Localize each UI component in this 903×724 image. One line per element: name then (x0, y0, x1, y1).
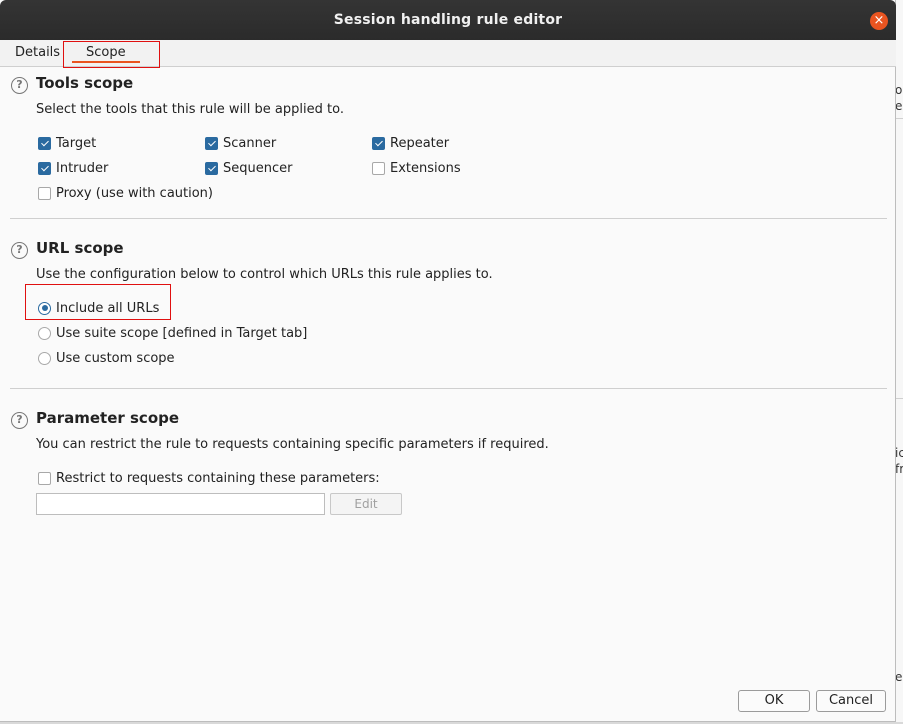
session-rule-editor-dialog: Session handling rule editor × Details S… (0, 0, 896, 722)
checkbox-label: Restrict to requests containing these pa… (56, 470, 380, 486)
checkbox-label: Sequencer (223, 160, 293, 176)
radio-circle (38, 351, 51, 365)
background-divider (895, 398, 903, 399)
tools-scope-heading: Tools scope (36, 74, 134, 92)
radio-use-suite-scope[interactable]: Use suite scope [defined in Target tab] (38, 324, 307, 342)
checkbox-intruder[interactable]: Intruder (38, 159, 108, 177)
highlight-box-scope-tab (63, 41, 160, 68)
window-title: Session handling rule editor (333, 12, 563, 28)
radio-label: Include all URLs (56, 300, 160, 316)
checkbox-repeater[interactable]: Repeater (372, 134, 449, 152)
radio-use-custom-scope[interactable]: Use custom scope (38, 349, 175, 367)
checkbox-label: Extensions (390, 160, 461, 176)
background-text-fragment: ic (895, 446, 903, 460)
checkbox-box (372, 136, 385, 150)
checkbox-box (205, 136, 218, 150)
edit-button[interactable]: Edit (330, 493, 402, 515)
close-button[interactable]: × (870, 12, 888, 30)
radio-label: Use suite scope [defined in Target tab] (56, 325, 308, 341)
checkbox-scanner[interactable]: Scanner (205, 134, 276, 152)
radio-circle (38, 326, 51, 340)
checkbox-box (372, 161, 385, 175)
background-text-fragment: e (895, 99, 903, 113)
background-divider (895, 118, 903, 119)
checkbox-label: Proxy (use with caution) (56, 185, 213, 201)
background-text-fragment: o (895, 83, 903, 97)
checkbox-label: Target (56, 135, 97, 151)
tools-scope-description: Select the tools that this rule will be … (36, 102, 344, 117)
title-bar[interactable]: Session handling rule editor × (0, 0, 896, 40)
checkbox-extensions[interactable]: Extensions (372, 159, 461, 177)
checkbox-restrict-parameters[interactable]: Restrict to requests containing these pa… (38, 469, 380, 487)
checkbox-label: Scanner (223, 135, 277, 151)
checkbox-box (38, 161, 51, 175)
radio-label: Use custom scope (56, 350, 175, 366)
help-icon[interactable]: ? (11, 242, 28, 259)
url-scope-heading: URL scope (36, 239, 124, 257)
checkbox-box (38, 186, 51, 200)
checkbox-box (38, 471, 51, 485)
ok-button[interactable]: OK (738, 690, 810, 712)
checkbox-box (38, 136, 51, 150)
parameters-input[interactable] (36, 493, 325, 515)
radio-circle (38, 301, 51, 315)
parameter-scope-description: You can restrict the rule to requests co… (36, 437, 549, 452)
checkbox-label: Repeater (390, 135, 450, 151)
checkbox-proxy[interactable]: Proxy (use with caution) (38, 184, 213, 202)
url-scope-description: Use the configuration below to control w… (36, 267, 493, 282)
section-divider (10, 218, 887, 219)
radio-include-all-urls[interactable]: Include all URLs (38, 299, 159, 317)
checkbox-sequencer[interactable]: Sequencer (205, 159, 292, 177)
checkbox-target[interactable]: Target (38, 134, 96, 152)
tab-details[interactable]: Details (15, 43, 60, 63)
section-divider (10, 388, 887, 389)
checkbox-box (205, 161, 218, 175)
background-text-fragment: fr (895, 462, 903, 476)
checkbox-label: Intruder (56, 160, 109, 176)
help-icon[interactable]: ? (11, 412, 28, 429)
parameter-scope-heading: Parameter scope (36, 409, 180, 427)
close-icon: × (873, 13, 885, 28)
help-icon[interactable]: ? (11, 77, 28, 94)
background-text-fragment: e (895, 670, 903, 684)
cancel-button[interactable]: Cancel (816, 690, 886, 712)
